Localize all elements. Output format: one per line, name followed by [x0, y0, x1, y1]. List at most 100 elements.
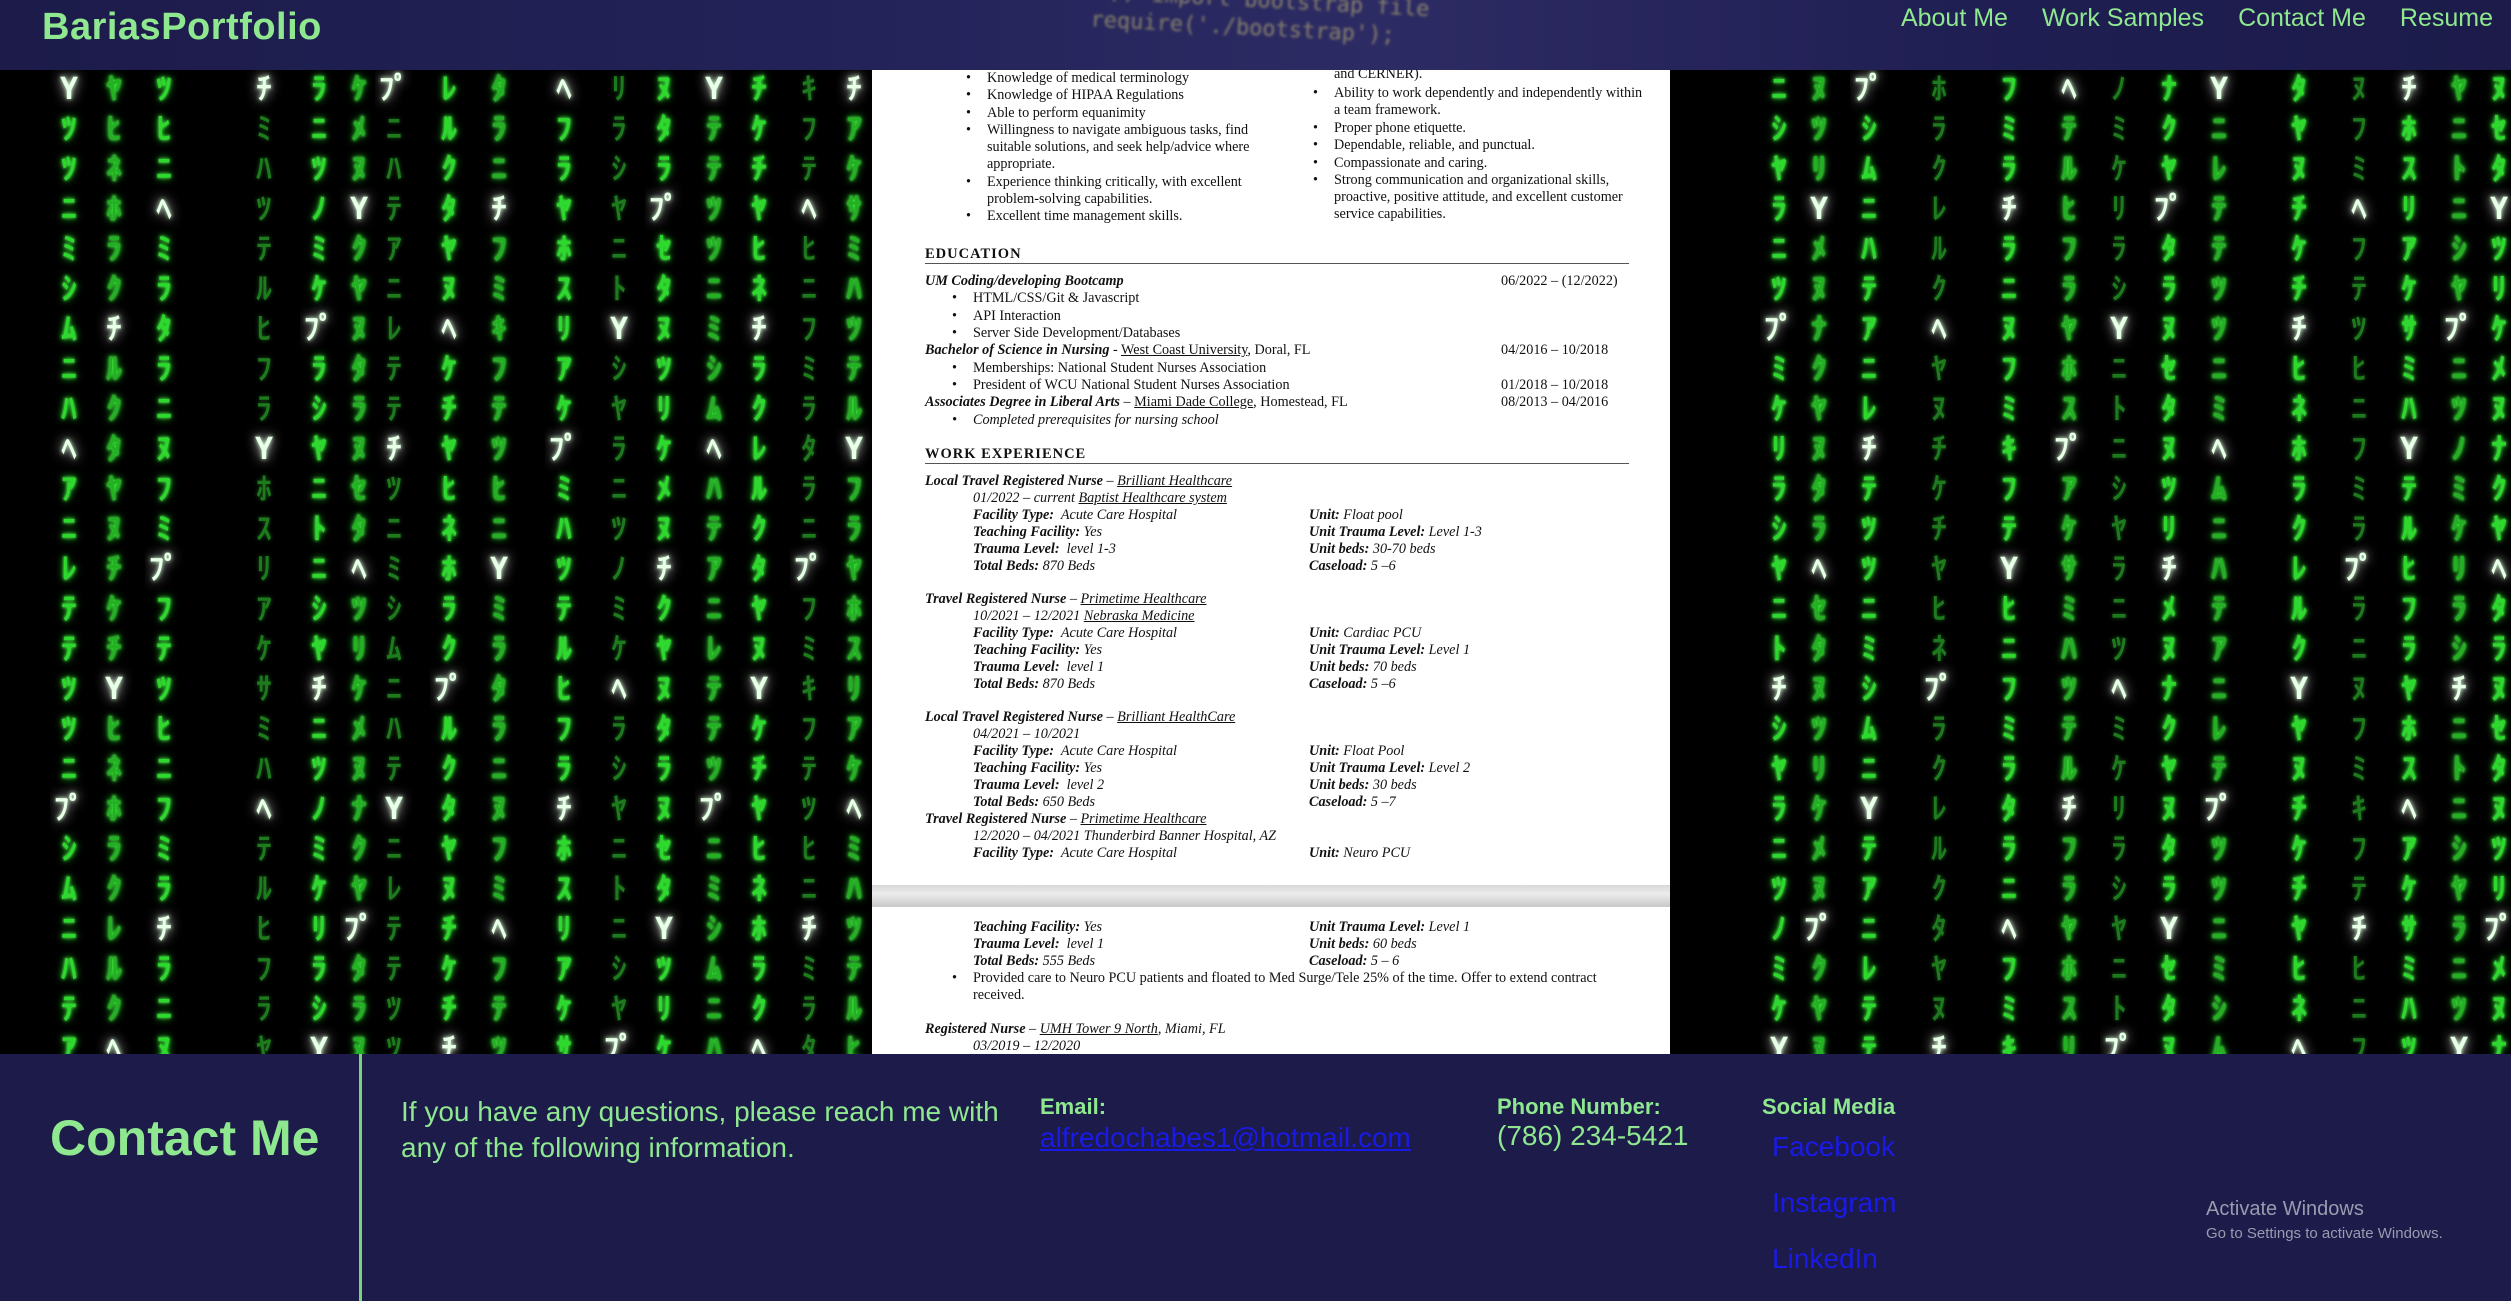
- header-background-code: // import bootstrap file require('./boot…: [1079, 0, 1582, 70]
- field-value: 555 Beds: [1042, 953, 1096, 969]
- job-field: Teaching Facility: Yes: [973, 524, 1102, 541]
- job-company[interactable]: Brilliant HealthCare: [1117, 709, 1235, 725]
- matrix-rain-column: ﾌﾟ ｼ ﾑ ﾆ ﾊ ﾃ ｱ ﾆ ﾚ ﾁ ﾃ ﾂ ﾂ ﾆ ﾐ ｼ ﾑ ﾆ Y ﾃ…: [1854, 72, 1884, 1054]
- nav-work-samples[interactable]: Work Samples: [2042, 4, 2204, 33]
- edu-school-link[interactable]: West Coast University: [1121, 342, 1247, 358]
- edu-item: Server Side Development/Databases: [952, 325, 1180, 342]
- job-dates: 04/2021 – 10/2021: [973, 726, 1081, 742]
- job-field: Unit beds: 70 beds: [1309, 659, 1417, 676]
- field-label: Teaching Facility:: [973, 919, 1081, 935]
- skill-item: Experience thinking critically, with exc…: [966, 174, 1242, 191]
- field-label: Facility Type:: [973, 845, 1055, 861]
- main-nav: About Me Work Samples Contact Me Resume: [1867, 4, 2493, 33]
- field-label: Caseload:: [1309, 558, 1368, 574]
- edu-dates: 08/2013 – 04/2016: [1501, 394, 1609, 410]
- nav-resume[interactable]: Resume: [2400, 4, 2493, 33]
- resume-page-1: Knowledge of medical terminology Knowled…: [872, 70, 1670, 885]
- field-value: 5 – 6: [1370, 953, 1400, 969]
- job-title: Registered Nurse: [925, 1021, 1026, 1037]
- matrix-rain-column: ﾗ ﾆ ﾂ ﾉ ﾐ ｹ ﾌﾟ ﾗ ｼ ﾔ ﾆ ﾄ ﾆ ｼ ﾔ ﾁ ﾆ ﾂ ﾉ ﾐ…: [304, 72, 334, 1054]
- site-brand[interactable]: BariasPortfolio: [42, 6, 322, 49]
- skill-item: Excellent time management skills.: [966, 208, 1182, 225]
- job-field: Total Beds: 870 Beds: [973, 676, 1095, 693]
- job-field: Unit: Float pool: [1309, 507, 1403, 524]
- job-title-line: Registered Nurse – UMH Tower 9 North, Mi…: [925, 1021, 1226, 1038]
- email-link[interactable]: alfredochabes1@hotmail.com: [1040, 1122, 1411, 1154]
- job-company[interactable]: UMH Tower 9 North: [1040, 1021, 1158, 1037]
- field-value: 870 Beds: [1042, 676, 1096, 692]
- nav-about-me[interactable]: About Me: [1901, 4, 2008, 33]
- field-value: Yes: [1083, 524, 1103, 540]
- matrix-rain-column: ﾔ ﾆ ﾄ ﾆ ｼ ﾔ ﾌﾟ ﾆ ﾂ ﾉ ﾐ ｹ ﾘ ﾗ ｼ ﾁ ﾆ ﾄ ﾆ ｼ…: [2444, 72, 2474, 1054]
- job-dates-line: 01/2022 – current Baptist Healthcare sys…: [973, 490, 1227, 507]
- job-field: Trauma Level: level 1-3: [973, 541, 1116, 558]
- matrix-rain-column: ﾌ ﾐ ﾗ ﾁ ﾗ ﾆ ﾇ ﾌ ﾐ ｷ ﾌ ﾃ Y ﾋ ﾆ ﾌ ﾐ ﾗ ﾀ ﾗ …: [1999, 72, 2019, 1054]
- skill-item: Compassionate and caring.: [1313, 155, 1487, 172]
- instagram-link[interactable]: Instagram: [1772, 1187, 1897, 1219]
- contact-title: Contact Me: [50, 1110, 320, 1166]
- job-facility[interactable]: Nebraska Medicine: [1084, 608, 1195, 624]
- field-value: Level 1-3: [1428, 524, 1482, 540]
- section-rule: [925, 263, 1629, 264]
- field-value: 30-70 beds: [1372, 541, 1436, 557]
- job-sep: –: [1102, 709, 1118, 725]
- matrix-rain-column: ﾍ ﾌ ﾗ ﾔ ﾎ ｽ ﾘ ｱ ｹ ﾌﾟ ﾐ ﾊ ﾂ ﾃ ﾙ ﾋ ﾌ ﾗ ﾁ ﾎ…: [549, 72, 579, 1054]
- field-label: Teaching Facility:: [973, 760, 1081, 776]
- job-field: Unit Trauma Level: Level 1-3: [1309, 524, 1482, 541]
- edu-item: President of WCU National Student Nurses…: [952, 377, 1290, 394]
- edu-dates: 06/2022 – (12/2022): [1501, 273, 1618, 289]
- matrix-rain-column: ﾁ ﾎ ｽ ﾘ ｱ ｹ ｻ ﾐ ﾊ Y ﾃ ﾙ ﾋ ﾌ ﾗ ﾔ ﾎ ｽ ﾍ ｱ …: [2399, 72, 2419, 1054]
- resume-viewer[interactable]: Knowledge of medical terminology Knowled…: [872, 70, 1670, 1054]
- nav-contact-me[interactable]: Contact Me: [2238, 4, 2366, 33]
- skill-item: Ability to work dependently and independ…: [1313, 85, 1642, 102]
- field-label: Unit beds:: [1309, 659, 1370, 675]
- job-sep: –: [1102, 473, 1118, 489]
- email-label: Email:: [1040, 1094, 1107, 1119]
- facebook-link[interactable]: Facebook: [1772, 1131, 1895, 1163]
- job-bullet: Provided care to Neuro PCU patients and …: [952, 970, 1597, 987]
- field-label: Unit beds:: [1309, 936, 1370, 952]
- job-field: Unit beds: 30-70 beds: [1309, 541, 1436, 558]
- field-label: Total Beds:: [973, 953, 1040, 969]
- matrix-rain-column: ﾚ ﾙ ｸ ﾀ ﾔ ﾇ ﾍ ｹ ﾁ ﾔ ﾋ ﾈ ﾎ ﾗ ｸ ﾌﾟ ﾙ ｸ ﾀ ﾔ…: [434, 72, 464, 1054]
- field-label: Trauma Level:: [973, 541, 1060, 557]
- job-company[interactable]: Brilliant Healthcare: [1117, 473, 1232, 489]
- job-field: Facility Type: Acute Care Hospital: [973, 743, 1177, 760]
- job-dates-line: 10/2021 – 12/2021 Nebraska Medicine: [973, 608, 1194, 625]
- job-facility[interactable]: Baptist Healthcare system: [1078, 490, 1226, 506]
- job-field: Caseload: 5 –6: [1309, 558, 1396, 575]
- matrix-rain-column: Y ﾂ ﾂ ﾆ ﾐ ｼ ﾑ ﾆ ﾊ ﾍ ｱ ﾆ ﾚ ﾃ ﾃ ﾂ ﾂ ﾆ ﾌﾟ ｼ…: [54, 72, 84, 1054]
- job-field: Caseload: 5 –6: [1309, 676, 1396, 693]
- field-value: 60 beds: [1372, 936, 1417, 952]
- skill-item-cont: problem-solving capabilities.: [987, 191, 1153, 207]
- matrix-rain-column: ｷ ﾌ ﾃ ﾍ ﾋ ﾆ ﾌ ﾐ ﾗ ﾀ ﾗ ﾆ ﾌﾟ ﾌ ﾐ ｷ ﾌ ﾃ ﾂ ﾋ…: [794, 72, 824, 1054]
- job-company[interactable]: Primetime Healthcare: [1081, 591, 1207, 607]
- job-field: Unit Trauma Level: Level 1: [1309, 642, 1470, 659]
- skill-item-cont: a team framework.: [1334, 102, 1441, 118]
- skill-item: Knowledge of HIPAA Regulations: [966, 87, 1184, 104]
- edu-degree: Associates Degree in Liberal Arts: [925, 394, 1120, 410]
- field-value: Acute Care Hospital: [1060, 845, 1177, 861]
- job-field: Total Beds: 555 Beds: [973, 953, 1095, 970]
- job-title-line: Local Travel Registered Nurse – Brillian…: [925, 709, 1235, 726]
- field-value: 70 beds: [1372, 659, 1417, 675]
- field-value: level 1-3: [1066, 541, 1116, 557]
- field-label: Caseload:: [1309, 953, 1368, 969]
- field-label: Unit Trauma Level:: [1309, 760, 1426, 776]
- field-label: Unit:: [1309, 507, 1340, 523]
- skill-item: Willingness to navigate ambiguous tasks,…: [966, 122, 1248, 139]
- matrix-rain-column: ﾉ ﾐ ｹ ﾘ ﾗ ｼ Y ﾆ ﾄ ﾆ ｼ ﾔ ﾗ ﾆ ﾂ ﾍ ﾐ ｹ ﾘ ﾗ …: [2104, 72, 2134, 1054]
- job-bullet-cont: received.: [973, 987, 1025, 1003]
- matrix-rain-column: ﾆ ｼ ﾔ ﾗ ﾆ ﾂ ﾌﾟ ﾐ ｹ ﾘ ﾗ ｼ ﾔ ﾆ ﾄ ﾁ ｼ ﾔ ﾗ ﾆ…: [1764, 72, 1794, 1054]
- job-field: Facility Type: Acute Care Hospital: [973, 507, 1177, 524]
- matrix-rain-column: ﾘ ﾗ ｼ ﾔ ﾆ ﾄ Y ｼ ﾔ ﾗ ﾆ ﾂ ﾉ ﾐ ｹ ﾍ ﾗ ｼ ﾔ ﾆ …: [604, 72, 634, 1054]
- linkedin-link[interactable]: LinkedIn: [1772, 1243, 1878, 1275]
- job-company[interactable]: Primetime Healthcare: [1081, 811, 1207, 827]
- phone-number: (786) 234-5421: [1497, 1120, 1689, 1151]
- job-field: Trauma Level: level 1: [973, 659, 1104, 676]
- job-field: Teaching Facility: Yes: [973, 919, 1102, 936]
- field-label: Unit beds:: [1309, 777, 1370, 793]
- field-value: Level 1: [1428, 642, 1471, 658]
- matrix-rain-column: ﾇ ﾀ ﾗ ﾌﾟ ｾ ﾀ ﾇ ﾂ ﾘ ｹ ﾒ ﾇ ﾁ ｸ ﾔ ﾇ ﾀ ﾗ ﾇ ｾ…: [649, 72, 679, 1054]
- edu-school-link[interactable]: Miami Dade College: [1134, 394, 1253, 410]
